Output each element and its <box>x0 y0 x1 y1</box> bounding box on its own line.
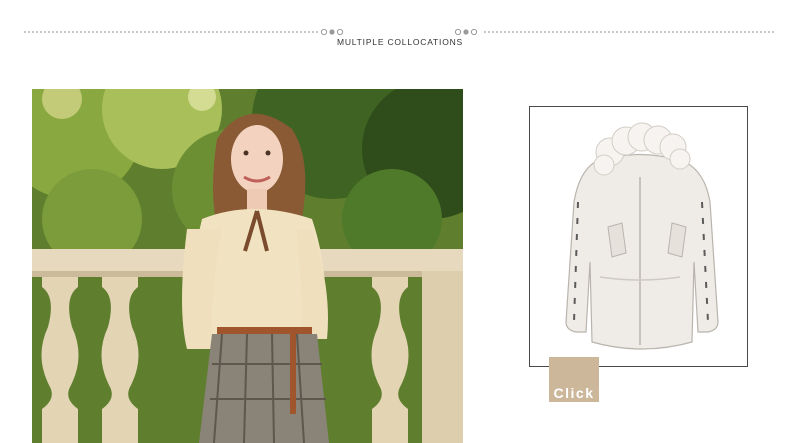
divider-line-left <box>24 31 318 33</box>
divider-dots-left <box>320 28 344 36</box>
section-title: MULTIPLE COLLOCATIONS <box>336 37 464 47</box>
product-card[interactable] <box>529 106 748 367</box>
click-button-label: Click <box>553 385 595 401</box>
divider-dots-right <box>454 28 478 36</box>
white-parka-jacket-icon <box>565 122 719 350</box>
model-photo-illustration <box>32 89 463 443</box>
model-photo <box>32 89 463 443</box>
click-button[interactable]: Click <box>549 357 599 402</box>
divider-line-right <box>484 31 774 33</box>
